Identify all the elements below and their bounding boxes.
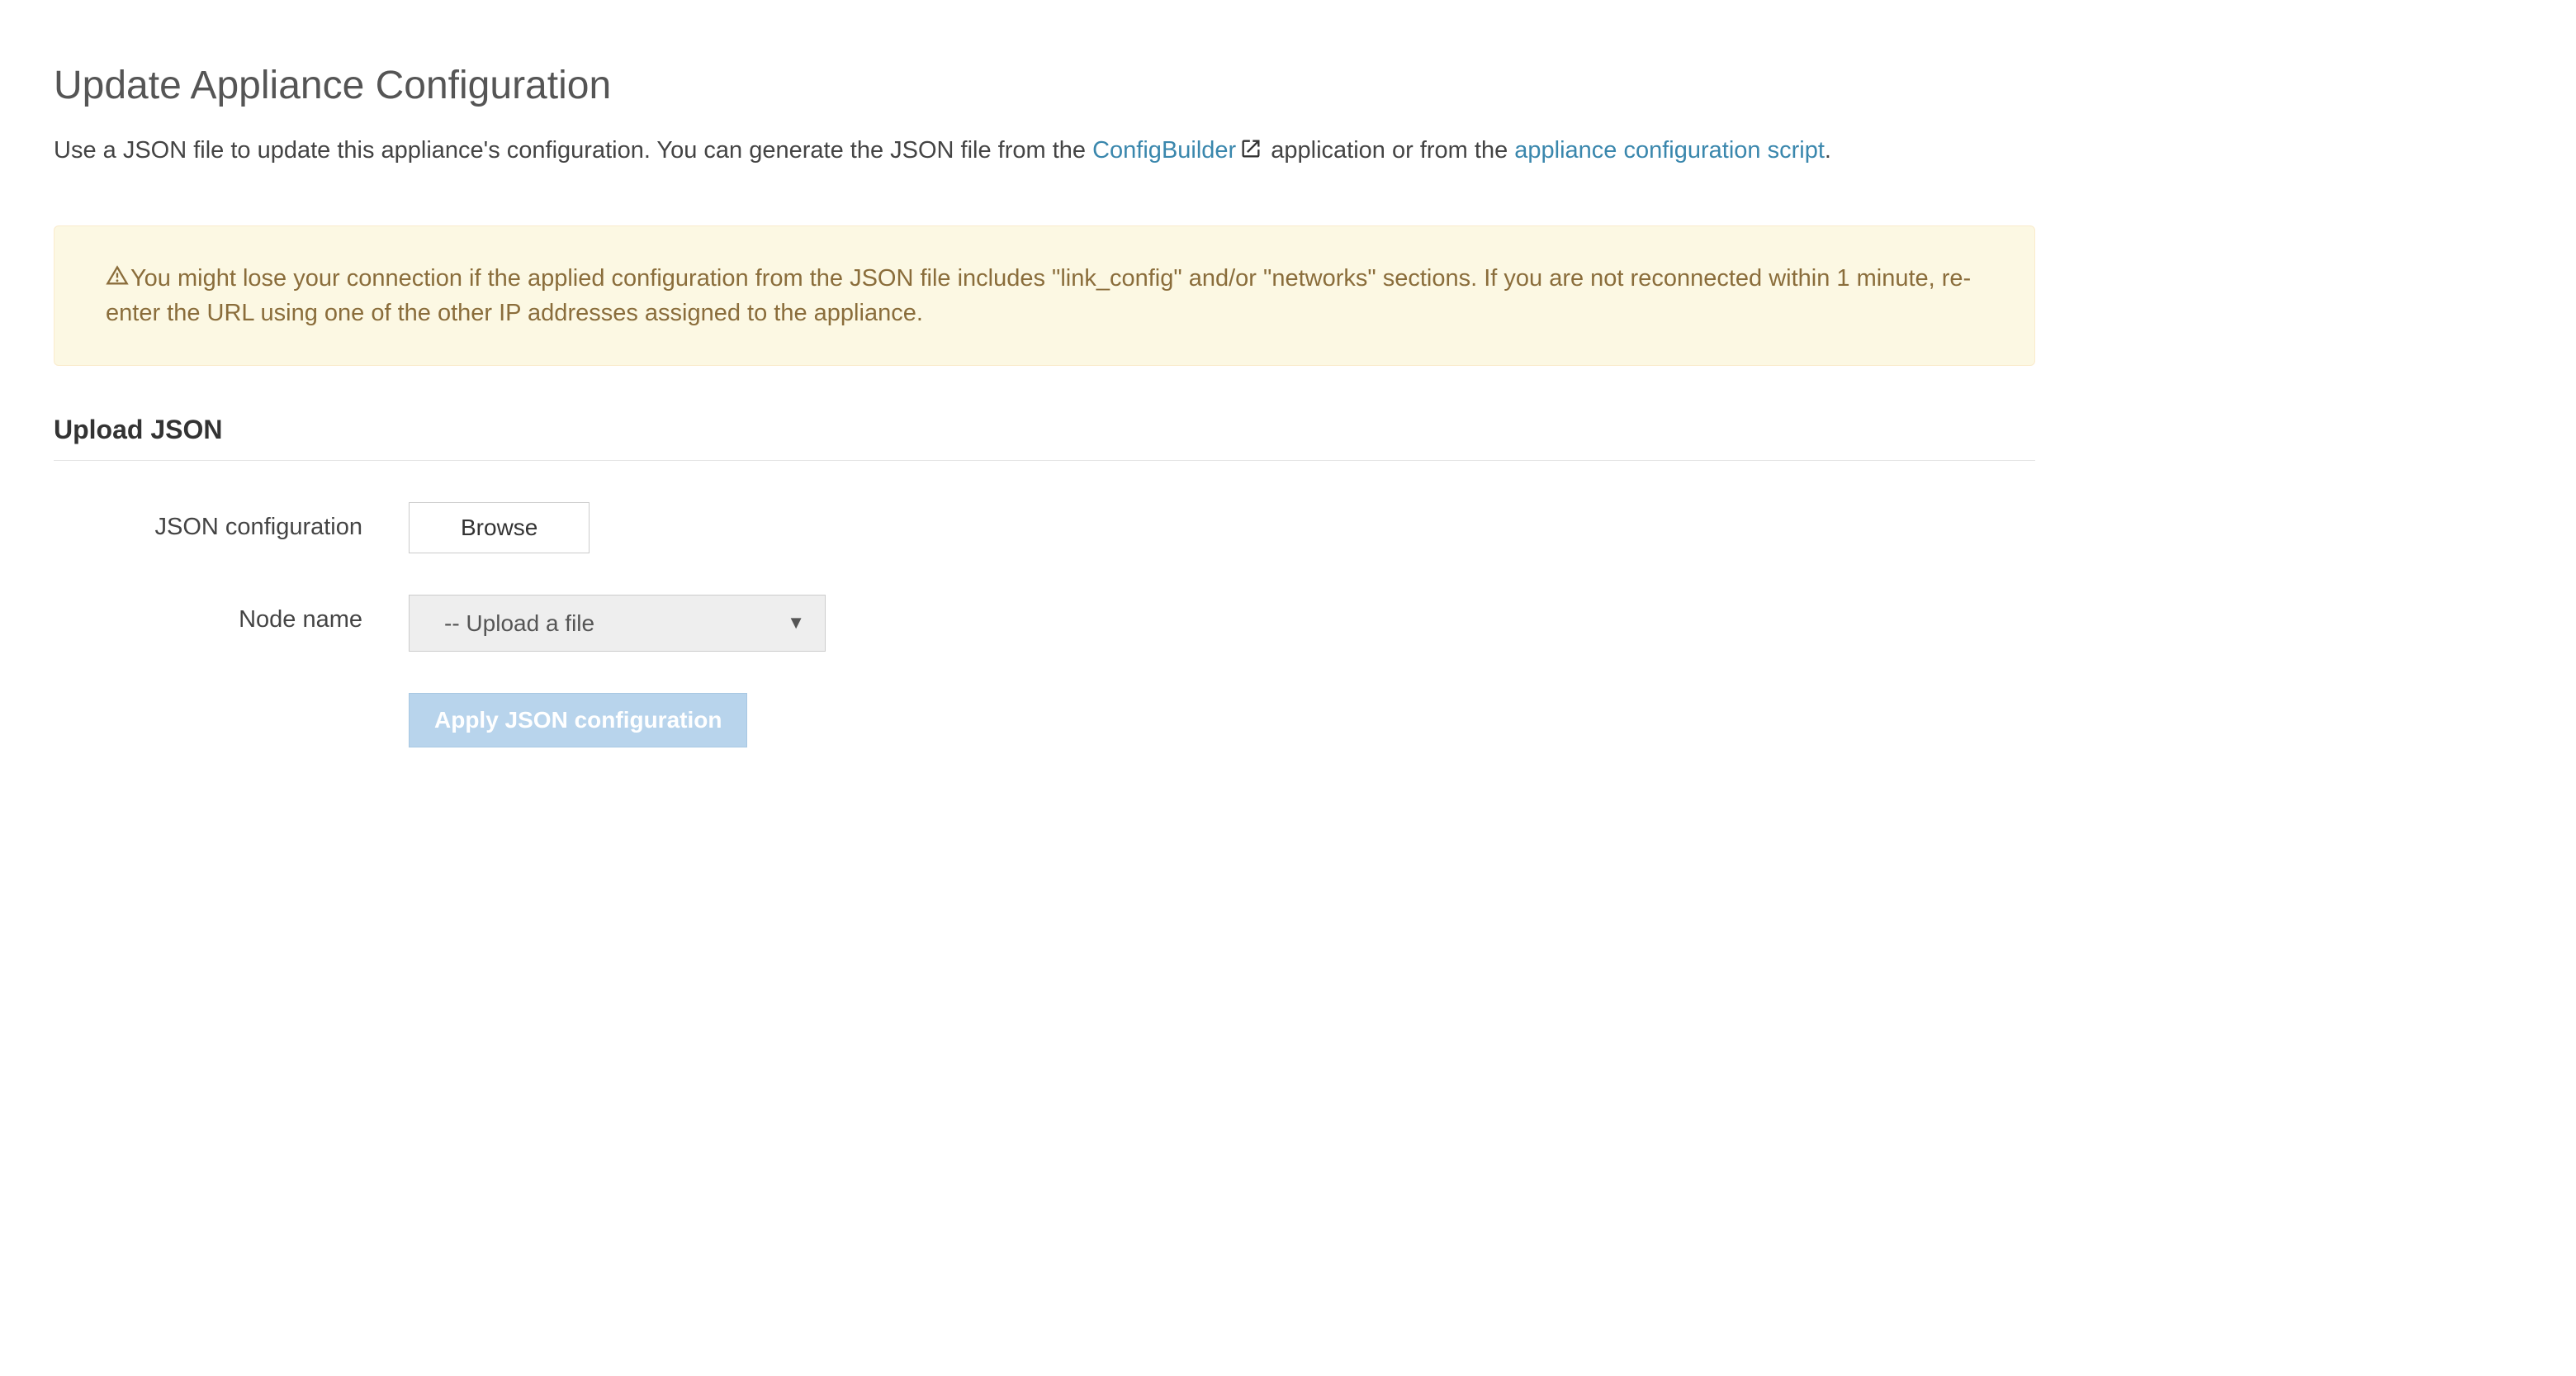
external-link-icon [1239, 136, 1262, 159]
node-name-selected-value: -- Upload a file [444, 607, 594, 639]
node-name-label: Node name [54, 595, 409, 636]
submit-row: Apply JSON configuration [54, 693, 2522, 747]
page-title: Update Appliance Configuration [54, 58, 2522, 113]
warning-icon [106, 263, 129, 286]
chevron-down-icon: ▼ [787, 610, 805, 636]
intro-text-1: Use a JSON file to update this appliance… [54, 137, 1092, 164]
intro-text-3: . [1825, 137, 1831, 164]
appliance-config-script-link[interactable]: appliance configuration script [1514, 137, 1825, 164]
warning-text: You might lose your connection if the ap… [106, 261, 1983, 330]
upload-json-heading: Upload JSON [54, 411, 2035, 461]
configbuilder-link[interactable]: ConfigBuilder [1092, 137, 1264, 164]
apply-json-configuration-button[interactable]: Apply JSON configuration [409, 693, 747, 747]
warning-alert: You might lose your connection if the ap… [54, 225, 2035, 366]
json-config-label: JSON configuration [54, 502, 409, 543]
node-name-row: Node name -- Upload a file ▼ [54, 595, 2522, 652]
browse-button[interactable]: Browse [409, 502, 590, 553]
json-config-row: JSON configuration Browse [54, 502, 2522, 553]
intro-paragraph: Use a JSON file to update this appliance… [54, 134, 2407, 168]
node-name-select[interactable]: -- Upload a file ▼ [409, 595, 826, 652]
intro-text-2: application or from the [1264, 137, 1514, 164]
